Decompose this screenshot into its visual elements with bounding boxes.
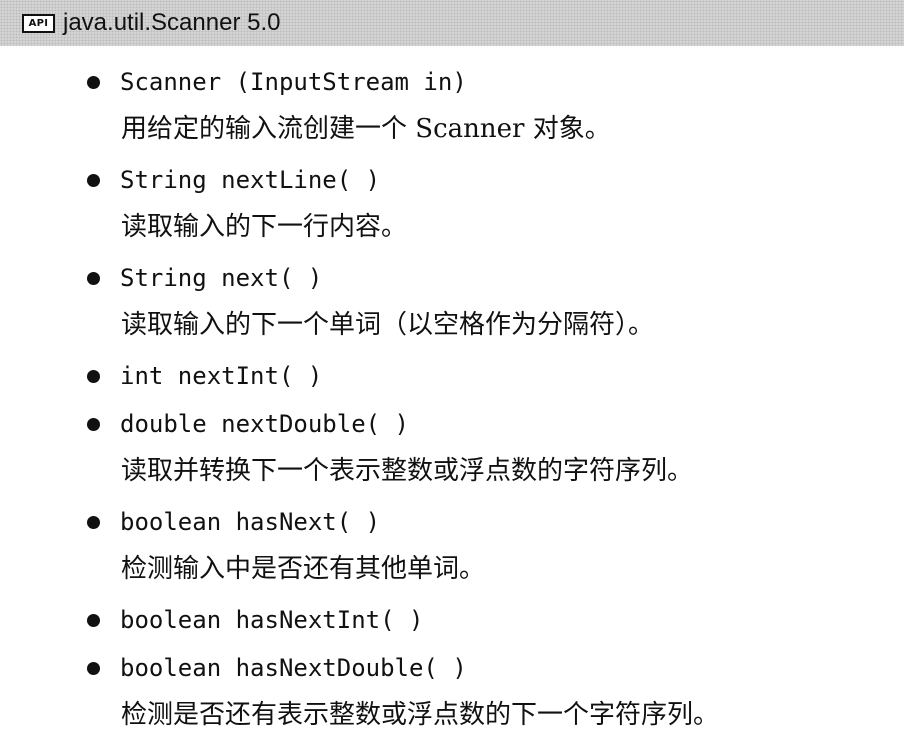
method-signature-line: boolean hasNext( ) bbox=[0, 498, 904, 546]
method-signature: int nextInt( ) bbox=[120, 362, 323, 390]
method-description-line: 用给定的输入流创建一个 Scanner 对象。 bbox=[0, 106, 904, 156]
method-description-line: 检测输入中是否还有其他单词。 bbox=[0, 546, 904, 596]
method-signature: String nextLine( ) bbox=[120, 166, 381, 194]
bullet-icon bbox=[87, 76, 100, 89]
method-entry-nextint: int nextInt( ) bbox=[0, 352, 904, 400]
method-description-line: 读取输入的下一个单词（以空格作为分隔符）。 bbox=[0, 302, 904, 352]
method-signature: String next( ) bbox=[120, 264, 323, 292]
method-signature: boolean hasNextInt( ) bbox=[120, 606, 424, 634]
method-entry-next: String next( ) 读取输入的下一个单词（以空格作为分隔符）。 bbox=[0, 254, 904, 352]
bullet-icon bbox=[87, 614, 100, 627]
bullet-icon bbox=[87, 516, 100, 529]
method-entry-hasnextint: boolean hasNextInt( ) bbox=[0, 596, 904, 644]
method-signature-line: String nextLine( ) bbox=[0, 156, 904, 204]
method-signature-line: String next( ) bbox=[0, 254, 904, 302]
api-header: API java.util.Scanner 5.0 bbox=[0, 0, 904, 46]
method-entry-nextline: String nextLine( ) 读取输入的下一行内容。 bbox=[0, 156, 904, 254]
method-entry-scanner-constructor: Scanner (InputStream in) 用给定的输入流创建一个 Sca… bbox=[0, 58, 904, 156]
method-signature-line: int nextInt( ) bbox=[0, 352, 904, 400]
method-signature-line: Scanner (InputStream in) bbox=[0, 58, 904, 106]
method-entry-hasnextdouble: boolean hasNextDouble( ) 检测是否还有表示整数或浮点数的… bbox=[0, 644, 904, 742]
method-description: 用给定的输入流创建一个 Scanner 对象。 bbox=[121, 114, 611, 144]
method-description: 检测是否还有表示整数或浮点数的下一个字符序列。 bbox=[121, 700, 720, 730]
method-entry-hasnext: boolean hasNext( ) 检测输入中是否还有其他单词。 bbox=[0, 498, 904, 596]
api-title: java.util.Scanner 5.0 bbox=[63, 9, 281, 36]
method-signature-line: boolean hasNextInt( ) bbox=[0, 596, 904, 644]
method-signature-line: double nextDouble( ) bbox=[0, 400, 904, 448]
method-description-line: 读取输入的下一行内容。 bbox=[0, 204, 904, 254]
method-description-line: 读取并转换下一个表示整数或浮点数的字符序列。 bbox=[0, 448, 904, 498]
method-signature: boolean hasNextDouble( ) bbox=[120, 654, 467, 682]
bullet-icon bbox=[87, 272, 100, 285]
method-description: 读取输入的下一行内容。 bbox=[121, 212, 408, 242]
method-description: 读取输入的下一个单词（以空格作为分隔符）。 bbox=[121, 310, 655, 340]
method-description: 读取并转换下一个表示整数或浮点数的字符序列。 bbox=[121, 456, 694, 486]
api-badge-icon: API bbox=[22, 13, 55, 33]
method-list: Scanner (InputStream in) 用给定的输入流创建一个 Sca… bbox=[0, 58, 904, 742]
bullet-icon bbox=[87, 662, 100, 675]
method-signature-line: boolean hasNextDouble( ) bbox=[0, 644, 904, 692]
bullet-icon bbox=[87, 174, 100, 187]
bullet-icon bbox=[87, 418, 100, 431]
method-description: 检测输入中是否还有其他单词。 bbox=[121, 554, 486, 584]
method-signature: double nextDouble( ) bbox=[120, 410, 409, 438]
method-entry-nextdouble: double nextDouble( ) 读取并转换下一个表示整数或浮点数的字符… bbox=[0, 400, 904, 498]
bullet-icon bbox=[87, 370, 100, 383]
method-signature: boolean hasNext( ) bbox=[120, 508, 381, 536]
method-signature: Scanner (InputStream in) bbox=[120, 68, 467, 96]
method-description-line: 检测是否还有表示整数或浮点数的下一个字符序列。 bbox=[0, 692, 904, 742]
